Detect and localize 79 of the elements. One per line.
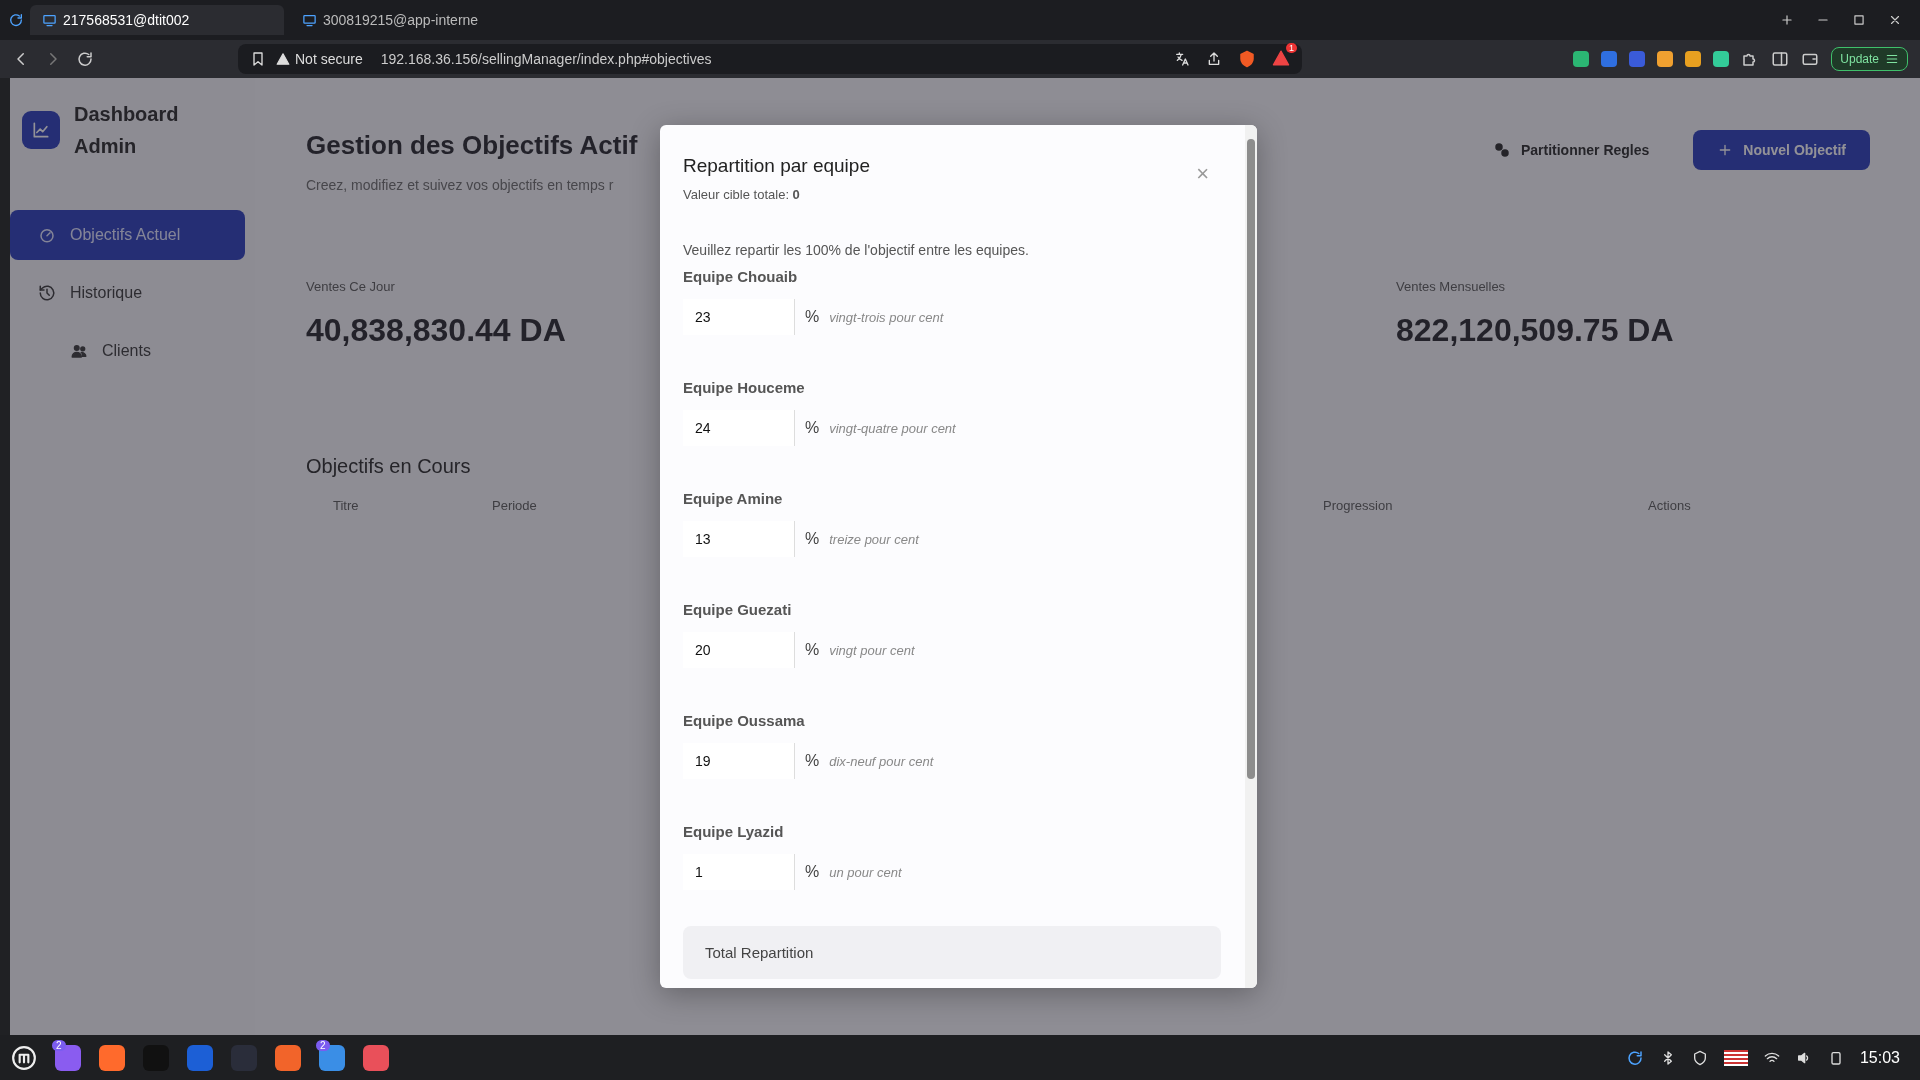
team-label: Equipe Lyazid: [683, 823, 785, 840]
stat-value: 822,120,509.75 DA: [1396, 312, 1675, 349]
address-bar[interactable]: Not secure 192.168.36.156/sellingManager/index.php#objectives 1: [238, 44, 1302, 74]
team-label: Equipe Guezati: [683, 601, 793, 618]
shield-icon: [1691, 1049, 1708, 1066]
page-subtitle: Creez, modifiez et suivez vos objectifs en temps r: [306, 177, 615, 193]
team-label: Equipe Chouaib: [683, 268, 799, 285]
triangle-icon: [1272, 48, 1290, 67]
extension-icon[interactable]: [1601, 51, 1618, 67]
history-icon: [38, 284, 56, 302]
translate-icon: [1174, 51, 1190, 67]
update-button[interactable]: Update: [1831, 47, 1908, 71]
stat-label: Ventes Mensuelles: [1396, 279, 1507, 294]
team-label: Equipe Amine: [683, 490, 784, 507]
new-objective-button[interactable]: Nouvel Objectif: [1693, 130, 1870, 170]
percent-in-words: dix-neuf pour cent: [829, 753, 934, 769]
percent-sign: %: [805, 308, 820, 326]
percent-sign: %: [805, 530, 820, 548]
start-icon: [11, 1044, 37, 1071]
window-count-badge: 2: [316, 1039, 330, 1051]
sync-icon: [8, 12, 24, 28]
maximize-icon: [1852, 13, 1866, 27]
percent-in-words: un pour cent: [829, 864, 902, 880]
url-text: 192.168.36.156/sellingManager/index.php#objectives: [380, 51, 712, 67]
bookmark-icon: [250, 51, 266, 67]
page-title: Gestion des Objectifs Actif: [306, 130, 638, 161]
close-icon: [1888, 13, 1902, 27]
percent-sign: %: [805, 419, 820, 437]
gauge-icon: [38, 226, 56, 244]
percent-in-words: vingt-trois pour cent: [829, 309, 944, 325]
stat-value: 40,838,830.44 DA: [306, 312, 566, 349]
menu-icon: [1885, 52, 1899, 66]
percent-sign: %: [805, 863, 820, 881]
sidebar-item[interactable]: Historique: [10, 268, 245, 318]
percent-in-words: treize pour cent: [829, 531, 919, 547]
extension-icon[interactable]: [1713, 51, 1730, 67]
percent-sign: %: [805, 641, 820, 659]
browser-tab[interactable]: 217568531@dtit002: [30, 5, 284, 35]
column-header: Actions: [1648, 498, 1691, 513]
notification-badge: 1: [1286, 42, 1297, 53]
browser-tab[interactable]: 300819215@app-interne: [290, 5, 544, 35]
modal-subtitle: Valeur cible totale: 0: [683, 187, 801, 202]
instruction-text: Veuillez repartir les 100% de l'objectif entre les equipes.: [683, 242, 1030, 258]
taskbar-app[interactable]: 2: [50, 1039, 86, 1076]
warning-icon: [276, 52, 290, 66]
window-count-badge: 2: [52, 1039, 66, 1051]
stat-label: Ventes Ce Jour: [306, 279, 396, 294]
monitor-icon: [42, 12, 57, 28]
percent-sign: %: [805, 752, 820, 770]
monitor-icon: [302, 12, 317, 28]
partition-rules-button[interactable]: Partitionner Regles: [1468, 130, 1674, 170]
sidebar-icon: [1771, 50, 1790, 68]
sync-icon: [1625, 1048, 1644, 1067]
section-title: Objectifs en Cours: [306, 455, 471, 477]
scrollbar[interactable]: [1245, 125, 1257, 988]
column-header: Titre: [333, 498, 359, 513]
team-label: Equipe Houceme: [683, 379, 806, 396]
column-header: Progression: [1323, 498, 1393, 513]
total-label: Total Repartition: [705, 944, 814, 961]
sidebar-item[interactable]: Clients: [10, 326, 245, 376]
extension-icon[interactable]: [1573, 51, 1590, 67]
chart-icon: [31, 120, 51, 140]
clock-time: 15:03: [1859, 1048, 1900, 1067]
percent-in-words: vingt-quatre pour cent: [829, 420, 956, 436]
flag-icon[interactable]: [1723, 1049, 1748, 1066]
extension-icon[interactable]: [1685, 51, 1702, 67]
percent-in-words: vingt pour cent: [829, 642, 915, 658]
users-icon: [70, 342, 88, 360]
taskbar-app[interactable]: 2: [314, 1039, 350, 1076]
column-header: Periode: [492, 498, 537, 513]
security-status: Not secure: [276, 51, 363, 67]
shield-icon: [1238, 50, 1256, 68]
modal-title: Repartition par equipe: [683, 155, 870, 177]
share-icon: [1206, 51, 1222, 67]
team-label: Equipe Oussama: [683, 712, 806, 729]
extension-icon[interactable]: [1657, 51, 1674, 67]
brand-name: Dashboard Admin: [74, 102, 180, 159]
plus-icon: [1780, 13, 1794, 27]
reload-icon: [76, 50, 94, 68]
